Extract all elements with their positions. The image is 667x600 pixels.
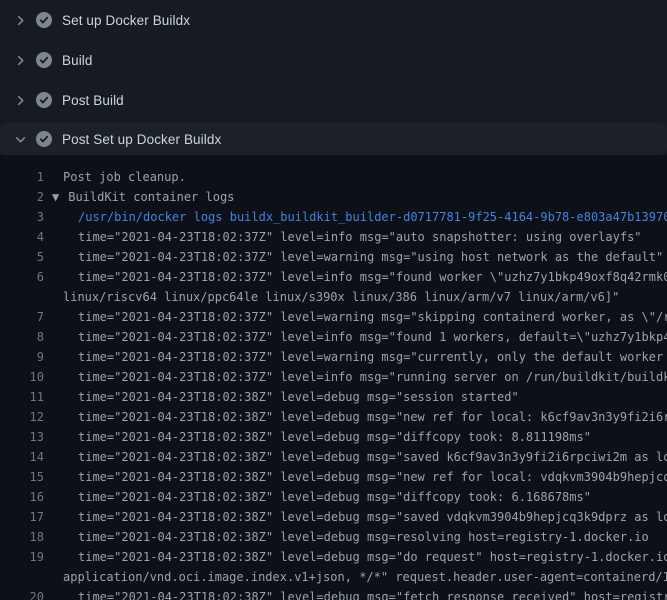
log-line-text: time="2021-04-23T18:02:37Z" level=info m…	[44, 327, 667, 347]
log-line-text: time="2021-04-23T18:02:37Z" level=info m…	[44, 367, 667, 387]
log-line: 10 time="2021-04-23T18:02:37Z" level=inf…	[0, 367, 667, 387]
step-success-check-icon	[36, 92, 52, 108]
log-line-text: time="2021-04-23T18:02:38Z" level=debug …	[44, 487, 591, 507]
log-line-number[interactable]	[0, 567, 44, 587]
log-line-text: /usr/bin/docker logs buildx_buildkit_bui…	[44, 207, 667, 227]
log-line-text: time="2021-04-23T18:02:37Z" level=warnin…	[44, 247, 663, 267]
log-line-text: time="2021-04-23T18:02:38Z" level=debug …	[44, 407, 667, 427]
log-line: 8 time="2021-04-23T18:02:37Z" level=info…	[0, 327, 667, 347]
log-line-text: time="2021-04-23T18:02:38Z" level=debug …	[44, 447, 667, 467]
log-line-text: Post job cleanup.	[44, 167, 186, 187]
log-line: 19 time="2021-04-23T18:02:38Z" level=deb…	[0, 547, 667, 567]
log-line-text: time="2021-04-23T18:02:38Z" level=debug …	[44, 467, 667, 487]
step-name: Post Set up Docker Buildx	[62, 132, 221, 147]
log-line: 4 time="2021-04-23T18:02:37Z" level=info…	[0, 227, 667, 247]
actions-log-viewer: { "colors": { "page_bg": "#161b22", "log…	[0, 0, 667, 600]
step-section-header-1[interactable]: Build	[0, 40, 667, 80]
step-section-header-2[interactable]: Post Build	[0, 80, 667, 120]
log-line-text: linux/riscv64 linux/ppc64le linux/s390x …	[44, 287, 619, 307]
log-line: 9 time="2021-04-23T18:02:37Z" level=warn…	[0, 347, 667, 367]
step-name: Post Build	[62, 93, 124, 108]
log-line-number[interactable]: 11	[0, 387, 44, 407]
log-line-number[interactable]	[0, 287, 44, 307]
step-name: Set up Docker Buildx	[62, 13, 190, 28]
log-line: 12 time="2021-04-23T18:02:38Z" level=deb…	[0, 407, 667, 427]
log-line-number[interactable]: 6	[0, 267, 44, 287]
step-success-check-icon	[36, 131, 52, 147]
log-line: 2 ▼BuildKit container logs	[0, 187, 667, 207]
log-line-number[interactable]: 9	[0, 347, 44, 367]
log-line: 5 time="2021-04-23T18:02:37Z" level=warn…	[0, 247, 667, 267]
log-line-number[interactable]: 16	[0, 487, 44, 507]
step-section-header-0[interactable]: Set up Docker Buildx	[0, 0, 667, 40]
log-line-number[interactable]: 2	[0, 187, 44, 207]
log-line-number[interactable]: 17	[0, 507, 44, 527]
log-line: 16 time="2021-04-23T18:02:38Z" level=deb…	[0, 487, 667, 507]
log-line: 1 Post job cleanup.	[0, 167, 667, 187]
log-line-number[interactable]: 5	[0, 247, 44, 267]
step-section-header-3[interactable]: Post Set up Docker Buildx	[0, 123, 667, 155]
log-line: 14 time="2021-04-23T18:02:38Z" level=deb…	[0, 447, 667, 467]
log-line-number[interactable]: 1	[0, 167, 44, 187]
log-line-number[interactable]: 4	[0, 227, 44, 247]
log-line: 3 /usr/bin/docker logs buildx_buildkit_b…	[0, 207, 667, 227]
log-line: 18 time="2021-04-23T18:02:38Z" level=deb…	[0, 527, 667, 547]
log-line: linux/riscv64 linux/ppc64le linux/s390x …	[0, 287, 667, 307]
log-line-number[interactable]: 8	[0, 327, 44, 347]
log-line: 15 time="2021-04-23T18:02:38Z" level=deb…	[0, 467, 667, 487]
log-line-text: BuildKit container logs	[59, 187, 234, 207]
log-line-text: time="2021-04-23T18:02:37Z" level=warnin…	[44, 347, 667, 367]
log-line-number[interactable]: 3	[0, 207, 44, 227]
log-line-number[interactable]: 7	[0, 307, 44, 327]
log-line-text: time="2021-04-23T18:02:38Z" level=debug …	[44, 587, 667, 600]
job-steps-list: Set up Docker Buildx Build Post Buil	[0, 0, 667, 155]
chevron-down-icon[interactable]	[14, 131, 32, 147]
log-line-text: time="2021-04-23T18:02:37Z" level=info m…	[44, 227, 642, 247]
log-line-number[interactable]: 15	[0, 467, 44, 487]
log-line-number[interactable]: 20	[0, 587, 44, 600]
log-line-text: time="2021-04-23T18:02:38Z" level=debug …	[44, 387, 519, 407]
step-success-check-icon	[36, 12, 52, 28]
log-viewer[interactable]: 1 Post job cleanup. 2 ▼BuildKit containe…	[0, 155, 667, 600]
chevron-right-icon[interactable]	[14, 92, 32, 108]
log-line-text: time="2021-04-23T18:02:38Z" level=debug …	[44, 427, 591, 447]
log-line: 7 time="2021-04-23T18:02:37Z" level=warn…	[0, 307, 667, 327]
step-name: Build	[62, 53, 93, 68]
log-line-number[interactable]: 10	[0, 367, 44, 387]
log-line: application/vnd.oci.image.index.v1+json,…	[0, 567, 667, 587]
log-line-text: time="2021-04-23T18:02:37Z" level=warnin…	[44, 307, 667, 327]
log-line: 6 time="2021-04-23T18:02:37Z" level=info…	[0, 267, 667, 287]
log-line-number[interactable]: 19	[0, 547, 44, 567]
step-success-check-icon	[36, 52, 52, 68]
log-line-number[interactable]: 12	[0, 407, 44, 427]
chevron-right-icon[interactable]	[14, 52, 32, 68]
log-line: 13 time="2021-04-23T18:02:38Z" level=deb…	[0, 427, 667, 447]
group-collapse-icon[interactable]: ▼	[44, 187, 59, 207]
log-line: 20 time="2021-04-23T18:02:38Z" level=deb…	[0, 587, 667, 600]
log-line-text: time="2021-04-23T18:02:37Z" level=info m…	[44, 267, 667, 287]
log-line-number[interactable]: 18	[0, 527, 44, 547]
log-line-text: time="2021-04-23T18:02:38Z" level=debug …	[44, 507, 667, 527]
log-line-number[interactable]: 13	[0, 427, 44, 447]
log-line-text: time="2021-04-23T18:02:38Z" level=debug …	[44, 547, 667, 567]
chevron-right-icon[interactable]	[14, 12, 32, 28]
log-line: 17 time="2021-04-23T18:02:38Z" level=deb…	[0, 507, 667, 527]
log-line-text: application/vnd.oci.image.index.v1+json,…	[44, 567, 667, 587]
log-line-text: time="2021-04-23T18:02:38Z" level=debug …	[44, 527, 649, 547]
log-line: 11 time="2021-04-23T18:02:38Z" level=deb…	[0, 387, 667, 407]
log-line-number[interactable]: 14	[0, 447, 44, 467]
